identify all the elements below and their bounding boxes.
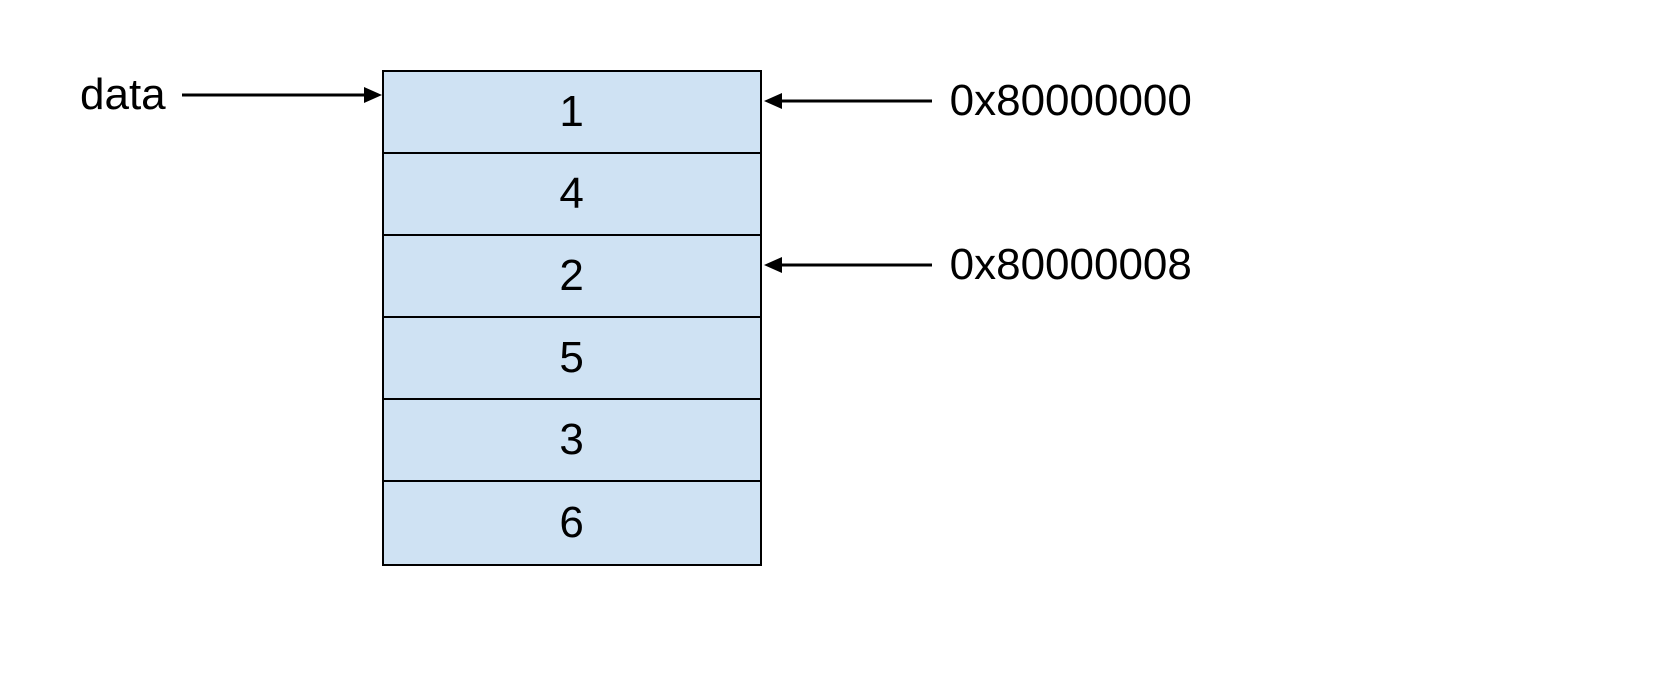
arrow-left-icon xyxy=(762,81,932,121)
cell-value: 2 xyxy=(559,251,583,301)
memory-cell: 1 xyxy=(384,72,760,154)
cell-value: 6 xyxy=(559,498,583,548)
pointer-label: data xyxy=(80,70,166,120)
cell-value: 1 xyxy=(559,87,583,137)
memory-cell: 3 xyxy=(384,400,760,482)
cell-value: 5 xyxy=(559,333,583,383)
cell-value: 3 xyxy=(559,415,583,465)
memory-diagram: data 1 4 2 5 3 6 0x80000000 0x80000008 xyxy=(80,40,762,566)
memory-array: 1 4 2 5 3 6 xyxy=(382,70,762,566)
address-row: 0x80000000 xyxy=(762,76,1192,126)
memory-cell: 6 xyxy=(384,482,760,564)
memory-cell: 2 xyxy=(384,236,760,318)
cell-value: 4 xyxy=(559,169,583,219)
arrow-left-icon xyxy=(762,245,932,285)
memory-cell: 4 xyxy=(384,154,760,236)
address-row: 0x80000008 xyxy=(762,240,1192,290)
address-value: 0x80000000 xyxy=(950,76,1192,126)
pointer-label-block: data xyxy=(80,70,382,120)
memory-cell: 5 xyxy=(384,318,760,400)
arrow-right-icon xyxy=(182,75,382,115)
address-value: 0x80000008 xyxy=(950,240,1192,290)
